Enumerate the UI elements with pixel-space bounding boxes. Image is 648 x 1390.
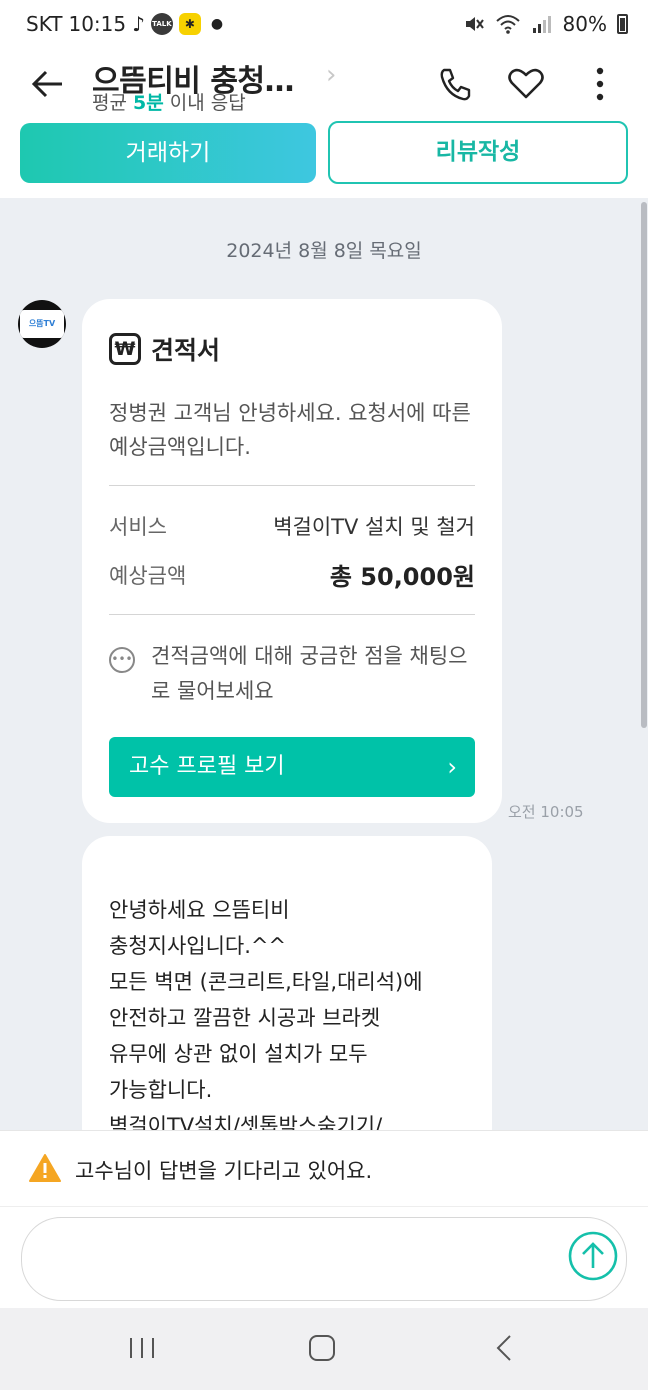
clock: 10:15 [68, 12, 127, 36]
quote-hint: 견적금액에 대해 궁금한 점을 채팅으로 물어보세요 [151, 644, 468, 703]
service-value: 벽걸이TV 설치 및 철거 [273, 515, 475, 539]
view-pro-profile-label: 고수 프로필 보기 [129, 754, 285, 779]
battery-icon [617, 14, 628, 34]
chevron-right-icon[interactable]: › [326, 60, 336, 90]
message-line: 유무에 상관 없이 설치가 모두 [109, 1042, 368, 1066]
notification-dot-icon: ● [210, 16, 224, 32]
avatar-logo: 으뜸TV [20, 310, 64, 338]
message-composer [0, 1206, 648, 1308]
tiktok-icon: ♪ [132, 12, 145, 36]
warning-icon [29, 1154, 61, 1182]
heart-icon[interactable] [506, 64, 546, 104]
waiting-banner: 고수님이 답변을 기다리고 있어요. [0, 1130, 648, 1206]
chat-header: 으뜸티비 충청… › 평균 5분 이내 응답 거래하기 리뷰작성 [0, 50, 648, 198]
avatar[interactable]: 으뜸TV [18, 300, 66, 348]
response-prefix: 평균 [92, 92, 133, 114]
view-pro-profile-button[interactable]: 고수 프로필 보기 › [109, 737, 475, 797]
kakaotalk-icon: TALK [150, 13, 173, 35]
phone-icon[interactable] [434, 64, 474, 104]
waiting-text: 고수님이 답변을 기다리고 있어요. [75, 1159, 373, 1183]
back-nav-icon[interactable] [484, 1328, 524, 1368]
message-time: 오전 10:05 [508, 803, 584, 821]
message-line: 안전하고 깔끔한 시공과 브라켓 [109, 1006, 381, 1030]
carrier-label: SKT [26, 12, 63, 36]
service-label: 서비스 [109, 515, 167, 539]
message-bubble: 안녕하세요 으뜸티비 충청지사입니다.^^ 모든 벽면 (콘크리트,타일,대리석… [82, 836, 492, 1130]
chat-area[interactable]: 2024년 8월 8일 목요일 으뜸TV ₩ 견적서 정병권 고객님 안녕하세요… [0, 198, 648, 1130]
response-time: 평균 5분 이내 응답 [92, 88, 246, 115]
trade-button[interactable]: 거래하기 [20, 123, 316, 183]
scrollbar[interactable] [641, 202, 647, 728]
quote-card-header: ₩ 견적서 [109, 331, 220, 367]
message-line: 가능합니다. [109, 1078, 213, 1102]
message-line: 모든 벽면 (콘크리트,타일,대리석)에 [109, 970, 423, 994]
system-nav-bar [0, 1308, 648, 1390]
response-value: 5분 [133, 92, 164, 114]
quote-greeting: 정병권 고객님 안녕하세요. 요청서에 따른 예상금액입니다. [109, 401, 471, 459]
divider [109, 614, 475, 615]
won-icon: ₩ [109, 333, 141, 365]
signal-icon [532, 16, 551, 33]
more-vert-icon[interactable] [580, 64, 620, 104]
mute-icon [465, 17, 484, 31]
date-separator: 2024년 8월 8일 목요일 [226, 240, 422, 262]
quote-card: ₩ 견적서 정병권 고객님 안녕하세요. 요청서에 따른 예상금액입니다. 서비… [82, 299, 502, 823]
write-review-button[interactable]: 리뷰작성 [328, 121, 628, 184]
chat-bubble-icon: ••• [109, 647, 135, 673]
message-line: 벽걸이TV설치/셋톱박스숨기기/ [109, 1114, 383, 1130]
wifi-icon [495, 15, 520, 34]
chevron-right-icon: › [447, 753, 457, 781]
message-input[interactable] [21, 1217, 627, 1301]
battery-percent: 80% [562, 12, 607, 36]
recent-apps-icon[interactable] [122, 1328, 162, 1368]
response-suffix: 이내 응답 [163, 92, 246, 114]
home-icon[interactable] [302, 1328, 342, 1368]
quote-title: 견적서 [151, 336, 221, 365]
kakao-app-icon: ✱ [178, 13, 201, 35]
message-line: 충청지사입니다.^^ [109, 934, 287, 958]
message-text: 안녕하세요 으뜸티비 충청지사입니다.^^ 모든 벽면 (콘크리트,타일,대리석… [109, 892, 479, 1130]
message-line: 안녕하세요 으뜸티비 [109, 898, 290, 922]
status-bar: SKT 10:15 ♪ TALK ✱ ● 80% [0, 0, 648, 50]
back-arrow-icon[interactable] [28, 64, 68, 104]
divider [109, 485, 475, 486]
price-value: 총 50,000원 [329, 563, 475, 591]
price-label: 예상금액 [109, 564, 187, 588]
send-arrow-icon[interactable] [567, 1230, 619, 1282]
status-left: SKT 10:15 ♪ TALK ✱ ● [26, 12, 223, 36]
status-right: 80% [463, 12, 628, 36]
